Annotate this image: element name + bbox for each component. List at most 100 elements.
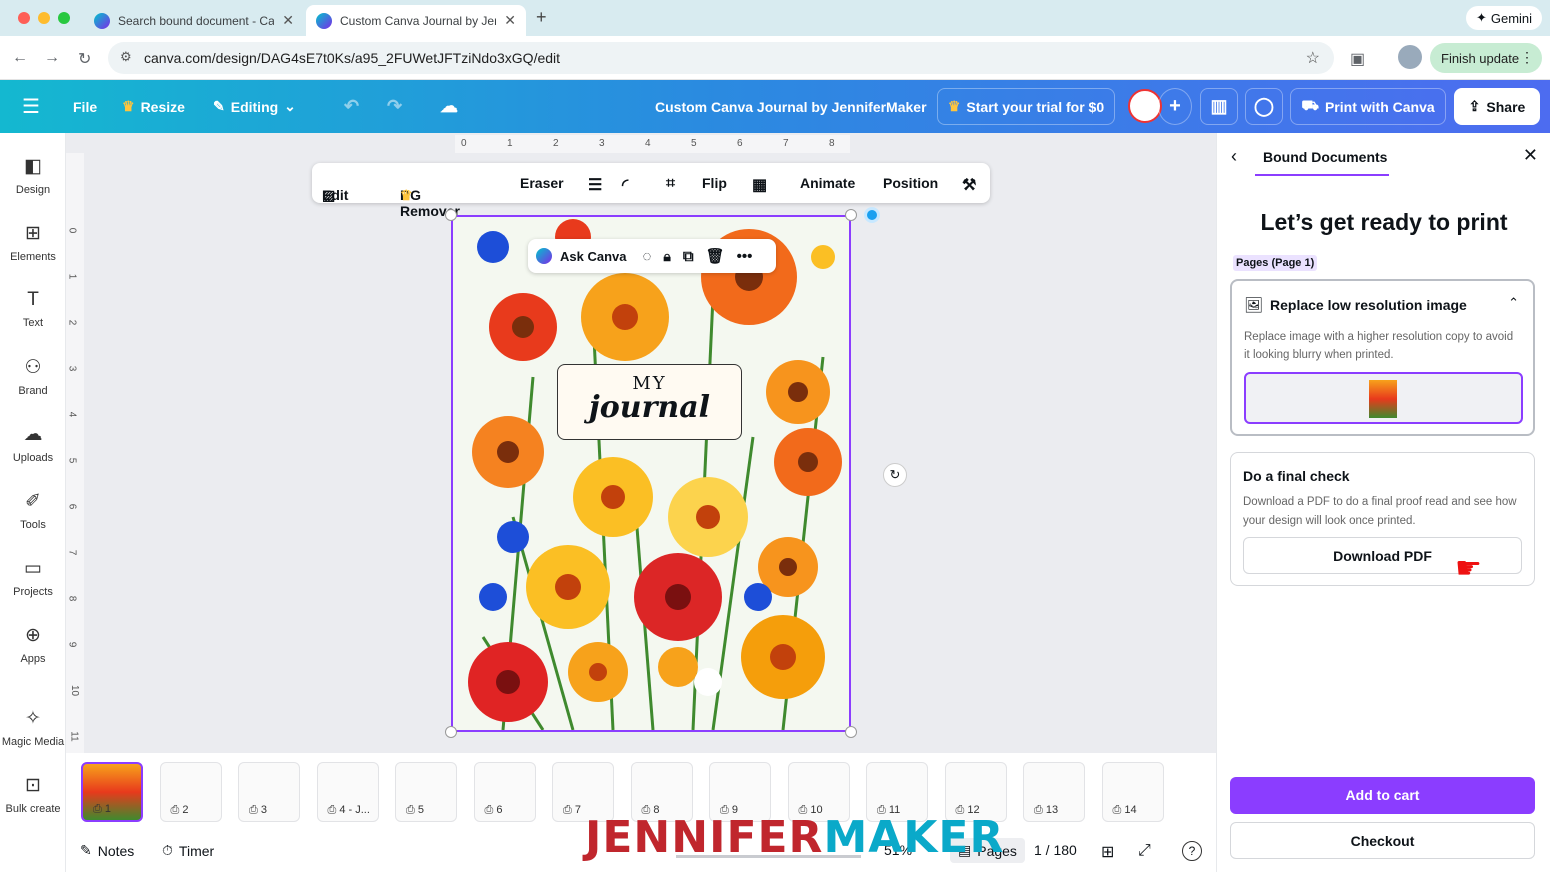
lock-icon[interactable]: 🔒︎ xyxy=(663,248,670,265)
flip-button[interactable]: Flip xyxy=(702,175,727,191)
fullscreen-icon[interactable]: ⤢ xyxy=(1138,842,1151,860)
sidebar-item-uploads[interactable]: ☁ Uploads xyxy=(0,423,66,464)
close-tab-icon[interactable]: ✕ xyxy=(282,12,294,29)
trash-icon[interactable]: 🗑︎ xyxy=(706,247,725,265)
apps-icon: ⊕ xyxy=(25,625,41,646)
resize-button[interactable]: ♛ Resize xyxy=(122,80,185,133)
editing-mode-dropdown[interactable]: ✎ Editing ⌄ xyxy=(213,80,296,133)
panel-tab-bound-documents[interactable]: Bound Documents xyxy=(1263,149,1387,165)
timer-icon: ⏱ xyxy=(162,842,173,858)
insights-chart-icon[interactable]: ▥ xyxy=(1200,88,1238,125)
page-thumbnail[interactable]: ⎙ 13 xyxy=(1023,762,1085,822)
file-menu[interactable]: File xyxy=(73,80,97,133)
start-trial-button[interactable]: ♛ Start your trial for $0 xyxy=(937,88,1115,125)
add-comment-icon[interactable]: ◌ xyxy=(642,248,651,265)
cast-icon[interactable]: ▣ xyxy=(1350,49,1365,69)
sidebar-item-magic-media[interactable]: ✧ Magic Media xyxy=(0,707,66,748)
back-arrow-icon[interactable]: ← xyxy=(12,49,28,67)
page-thumbnail[interactable]: ⎙ 5 xyxy=(395,762,457,822)
resize-label: Resize xyxy=(140,98,185,115)
copy-style-paint-roller-icon[interactable]: ⚒ xyxy=(962,175,976,195)
grid-view-icon[interactable]: ⊞ xyxy=(1101,842,1114,862)
more-options-icon[interactable]: ••• xyxy=(737,248,753,265)
panel-heading: Let’s get ready to print xyxy=(1260,209,1508,235)
site-settings-icon[interactable]: ⚙ xyxy=(120,49,132,65)
back-chevron-icon[interactable]: ‹ xyxy=(1231,146,1237,167)
resize-handle[interactable] xyxy=(845,726,857,738)
document-title[interactable]: Custom Canva Journal by JenniferMaker xyxy=(655,80,927,133)
uploads-icon: ☁ xyxy=(23,424,43,445)
border-style-icon[interactable]: ☰ xyxy=(588,175,602,195)
sidebar-item-projects[interactable]: ▭ Projects xyxy=(0,557,66,598)
profile-avatar[interactable] xyxy=(1398,45,1422,69)
crown-icon: ♛ xyxy=(122,98,135,114)
checkout-button[interactable]: Checkout xyxy=(1230,822,1535,859)
journal-title-label[interactable]: MY journal xyxy=(557,364,742,440)
close-panel-icon[interactable]: ✕ xyxy=(1523,145,1538,166)
animate-button[interactable]: Animate xyxy=(800,175,855,191)
undo-icon[interactable]: ↶ xyxy=(344,80,359,133)
minimize-window-button[interactable] xyxy=(38,12,50,24)
page-thumbnail[interactable]: ⎙ 14 xyxy=(1101,762,1164,822)
forward-arrow-icon[interactable]: → xyxy=(44,49,60,67)
sidebar-item-label: Tools xyxy=(20,519,46,531)
canva-ai-icon xyxy=(536,248,552,264)
sidebar-item-tools[interactable]: ✐ Tools xyxy=(0,490,66,531)
corner-rounding-icon[interactable]: ◜ xyxy=(622,175,628,195)
ask-canva-button[interactable]: Ask Canva xyxy=(560,249,626,264)
page-thumbnail[interactable]: ⎙ 4 - J... xyxy=(316,762,379,822)
comments-icon[interactable]: ◯ xyxy=(1245,88,1283,125)
ruler-tick-label: 1 xyxy=(507,138,513,149)
notes-button[interactable]: ✎ Notes xyxy=(80,842,134,859)
help-icon[interactable]: ? xyxy=(1182,841,1202,861)
reload-icon[interactable]: ↻ xyxy=(78,49,91,69)
redo-icon[interactable]: ↷ xyxy=(387,80,402,133)
journal-cover-page[interactable] xyxy=(451,215,851,732)
sidebar-item-design[interactable]: ◧ Design xyxy=(0,155,66,196)
new-tab-button[interactable]: + xyxy=(536,7,547,28)
timer-button[interactable]: ⏱ Timer xyxy=(162,842,214,859)
cloud-saved-icon[interactable]: ☁ xyxy=(440,80,458,133)
sidebar-item-bulk-create[interactable]: ⊡ Bulk create xyxy=(0,774,66,815)
page-counter[interactable]: 1 / 180 xyxy=(1034,842,1077,858)
finish-update-button[interactable]: Finish update ⋮ xyxy=(1430,43,1542,73)
card-title: Replace low resolution image xyxy=(1270,297,1467,313)
replace-image-thumbnail[interactable] xyxy=(1244,372,1523,424)
user-avatar[interactable] xyxy=(1128,89,1162,123)
close-tab-icon[interactable]: ✕ xyxy=(504,12,516,29)
sidebar-item-text[interactable]: T Text xyxy=(0,289,66,329)
sidebar-item-brand[interactable]: ⚇ Brand xyxy=(0,356,66,397)
browser-tab-journal[interactable]: Custom Canva Journal by Jer ✕ xyxy=(306,5,526,36)
bookmark-star-icon[interactable]: ☆ xyxy=(1306,48,1320,68)
page-thumbnail[interactable]: ⎙ 3 xyxy=(238,762,300,822)
kebab-menu-icon[interactable]: ⋮ xyxy=(1520,49,1534,66)
resize-handle[interactable] xyxy=(845,209,857,221)
sidebar-item-apps[interactable]: ⊕ Apps xyxy=(0,624,66,665)
add-to-cart-button[interactable]: Add to cart xyxy=(1230,777,1535,814)
position-button[interactable]: Position xyxy=(883,175,938,191)
rotate-handle-icon[interactable]: ↻ xyxy=(883,463,907,487)
browser-tab-search[interactable]: Search bound document - Ca ✕ xyxy=(84,5,304,36)
close-window-button[interactable] xyxy=(18,12,30,24)
resize-handle[interactable] xyxy=(445,209,457,221)
eraser-button[interactable]: Eraser xyxy=(520,175,564,191)
page-thumbnail[interactable]: ⎙ 1 xyxy=(81,762,143,822)
url-field[interactable]: ⚙ canva.com/design/DAG4sE7t0Ks/a95_2FUWe… xyxy=(108,42,1334,74)
image-icon: 🖼︎ xyxy=(1244,297,1264,314)
gemini-button[interactable]: ✦ Gemini xyxy=(1466,6,1542,30)
transparency-icon[interactable]: ▦ xyxy=(752,175,767,195)
page-thumbnail[interactable]: ⎙ 2 xyxy=(159,762,222,822)
duplicate-icon[interactable]: ⧉ xyxy=(683,248,694,265)
crop-icon[interactable]: ⌗ xyxy=(666,175,675,193)
sidebar-item-label: Text xyxy=(22,317,44,329)
chevron-up-icon[interactable]: ⌃ xyxy=(1508,295,1519,311)
add-collaborator-icon[interactable]: + xyxy=(1158,88,1192,125)
watermark-part1: JENNIFER xyxy=(585,812,824,863)
main-menu-icon[interactable]: ☰ xyxy=(22,80,40,133)
resize-handle[interactable] xyxy=(445,726,457,738)
print-with-canva-button[interactable]: ⛟ Print with Canva xyxy=(1290,88,1446,125)
page-thumbnail[interactable]: ⎙ 6 xyxy=(473,762,536,822)
share-button[interactable]: ⇪ Share xyxy=(1454,88,1540,125)
maximize-window-button[interactable] xyxy=(58,12,70,24)
sidebar-item-elements[interactable]: ⊞ Elements xyxy=(0,222,66,263)
